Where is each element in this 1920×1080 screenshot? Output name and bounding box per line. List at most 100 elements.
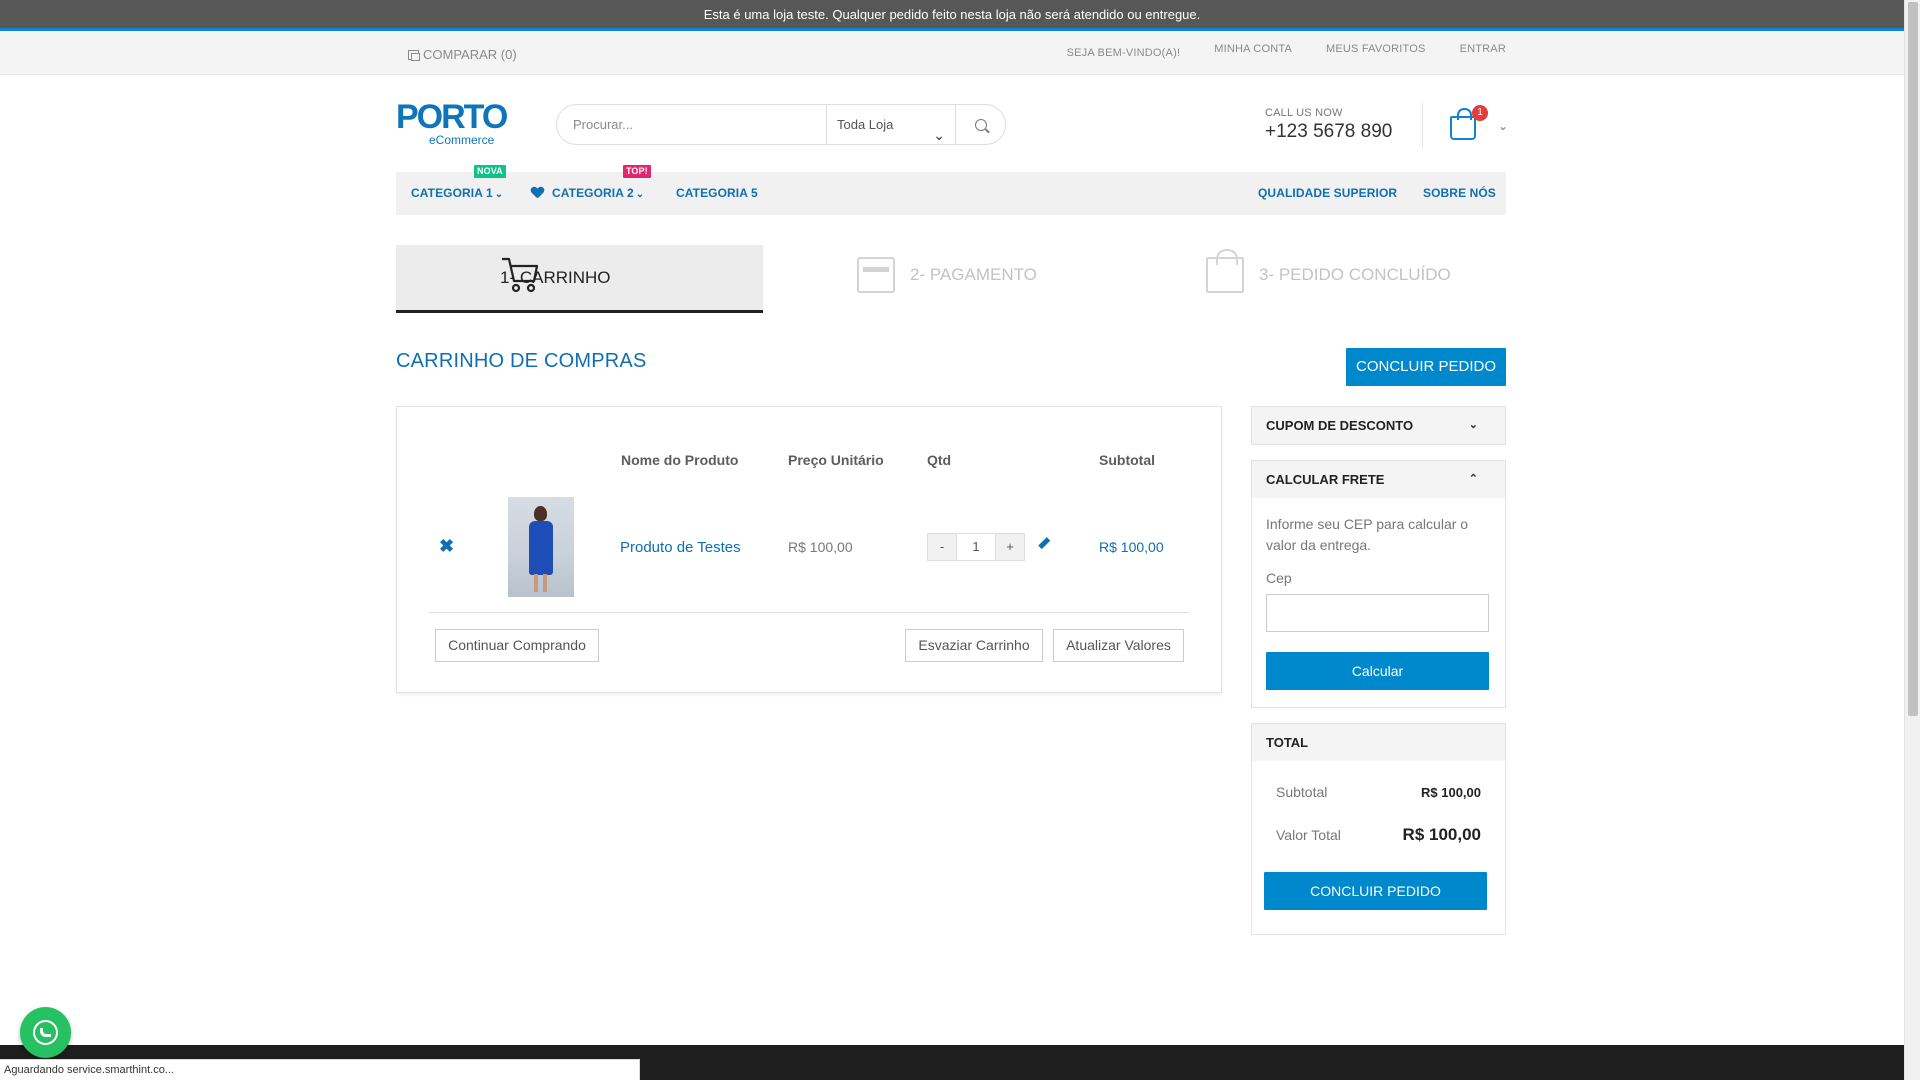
page-title: CARRINHO DE COMPRAS [396,350,647,372]
shopping-bag-icon [1450,108,1476,140]
col-header-name: Nome do Produto [621,452,739,468]
chevron-down-icon: ⌄ [1498,119,1509,133]
totals-box: TOTAL Subtotal R$ 100,00 Valor Total R$ … [1251,723,1506,935]
subtotal-value: R$ 100,00 [1421,784,1481,800]
product-image[interactable] [508,497,574,597]
cart-table: Nome do Produto Preço Unitário Qtd Subto… [396,406,1222,693]
checkout-button-bottom[interactable]: CONCLUIR PEDIDO [1264,872,1487,910]
continue-shopping-button[interactable]: Continuar Comprando [435,629,599,662]
cep-label: Cep [1266,570,1292,586]
compare-icon [408,49,420,61]
update-values-button[interactable]: Atualizar Valores [1053,629,1184,662]
qty-increase-button[interactable]: + [995,533,1025,561]
subtotal-row: Subtotal R$ 100,00 [1276,784,1481,800]
col-header-subtotal: Subtotal [1099,452,1155,468]
nav-item-categoria-1[interactable]: CATEGORIA 1 ⌄ NOVA [411,165,506,216]
edit-pencil-icon[interactable] [1035,536,1051,552]
totals-header: TOTAL [1252,724,1505,761]
package-icon [1206,249,1244,293]
logo-subtitle: eCommerce [429,133,495,147]
nav-item-sobre[interactable]: SOBRE NÓS [1423,172,1496,215]
call-us-label: CALL US NOW [1265,107,1343,119]
search-input[interactable]: Procurar... [557,105,827,144]
search-bar: Procurar... Toda Loja ⌄ [556,104,1006,145]
chevron-down-icon: ⌄ [494,189,504,200]
whatsapp-button[interactable] [20,1007,71,1058]
main-nav: CATEGORIA 1 ⌄ NOVA CATEGORIA 2 ⌄ TOP! CATE… [396,165,1506,216]
nav-label: CATEGORIA 2 [552,186,634,200]
qty-input[interactable]: 1 [957,533,995,561]
table-divider [429,612,1189,613]
coupon-header[interactable]: CUPOM DE DESCONTO ⌄ [1252,407,1505,444]
chevron-up-icon: ⌃ [1468,473,1478,485]
test-store-notice: Esta é uma loja teste. Qualquer pedido f… [0,0,1904,31]
col-header-price: Preço Unitário [788,452,884,468]
page: Esta é uma loja teste. Qualquer pedido f… [0,0,1920,1080]
nav-item-categoria-5[interactable]: CATEGORIA 5 [676,172,758,215]
step-completed: 3- PEDIDO CONCLUÍDO [1206,245,1451,305]
welcome-text: SEJA BEM-VINDO(A)! [1066,47,1181,59]
search-button[interactable] [956,105,1005,144]
calculate-shipping-button[interactable]: Calcular [1266,652,1489,690]
remove-item-icon[interactable]: ✖ [439,536,454,557]
unit-price: R$ 100,00 [788,539,853,555]
total-row: Valor Total R$ 100,00 [1276,825,1481,845]
coupon-accordion[interactable]: CUPOM DE DESCONTO ⌄ [1251,406,1506,445]
search-icon [974,118,987,131]
quantity-stepper: - 1 + [927,533,1025,561]
scrollbar-thumb[interactable] [1908,2,1918,716]
contact-info: CALL US NOW +123 5678 890 [1265,107,1392,143]
coupon-title: CUPOM DE DESCONTO [1266,418,1414,433]
my-account-link[interactable]: MINHA CONTA [1214,43,1292,55]
store-logo[interactable]: PORTO eCommerce [396,98,508,147]
cep-input[interactable] [1266,594,1489,632]
chevron-down-icon: ⌄ [933,127,945,143]
total-label: Valor Total [1276,827,1341,843]
cart-icon [502,257,539,293]
chevron-down-icon: ⌄ [1468,419,1478,431]
shipping-body: Informe seu CEP para calcular o valor da… [1252,498,1505,690]
search-scope-value: Toda Loja [837,117,894,132]
product-image-figure-dress [529,521,553,575]
logo-brand: PORTO [396,98,508,136]
nav-item-categoria-2[interactable]: CATEGORIA 2 ⌄ TOP! [531,165,651,216]
row-subtotal: R$ 100,00 [1099,539,1164,555]
product-name-link[interactable]: Produto de Testes [620,539,741,556]
cart-count-badge: 1 [1472,105,1488,121]
total-value: R$ 100,00 [1402,825,1481,844]
product-image-figure-head [534,506,547,521]
header-divider [1422,103,1423,147]
credit-card-icon [857,257,895,293]
top-bar: COMPARAR (0) SEJA BEM-VINDO(A)! MINHA CO… [0,31,1904,75]
favorites-link[interactable]: MEUS FAVORITOS [1326,43,1426,55]
step-label: 3- PEDIDO CONCLUÍDO [1259,265,1451,284]
account-links: SEJA BEM-VINDO(A)! MINHA CONTA MEUS FAVO… [1033,43,1506,59]
nav-label: CATEGORIA 1 [411,186,493,200]
qty-decrease-button[interactable]: - [927,533,957,561]
compare-label: COMPARAR (0) [423,47,517,62]
chevron-down-icon: ⌄ [635,189,645,200]
shipping-accordion: CALCULAR FRETE ⌃ Informe seu CEP para ca… [1251,460,1506,708]
checkout-button-top[interactable]: CONCLUIR PEDIDO [1346,348,1506,386]
new-badge: NOVA [474,165,506,178]
phone-number: +123 5678 890 [1265,121,1393,142]
search-scope-select[interactable]: Toda Loja ⌄ [827,105,956,144]
login-link[interactable]: ENTRAR [1460,43,1506,55]
step-label: 2- PAGAMENTO [910,265,1037,284]
phone-icon [40,1028,51,1037]
step-payment: 2- PAGAMENTO [857,245,1037,305]
shipping-header[interactable]: CALCULAR FRETE ⌃ [1252,461,1505,498]
shipping-title: CALCULAR FRETE [1266,472,1385,487]
subtotal-label: Subtotal [1276,784,1328,800]
shipping-instructions: Informe seu CEP para calcular o valor da… [1266,516,1469,553]
minicart-button[interactable]: 1 ⌄ [1450,105,1508,140]
product-image-figure-legs [534,574,538,592]
browser-status-bar: Aguardando service.smarthint.co... [0,1059,640,1080]
step-cart-active: 1- CARRINHO [396,245,763,313]
compare-link[interactable]: COMPARAR (0) [408,47,517,62]
empty-cart-button[interactable]: Esvaziar Carrinho [905,629,1043,662]
top-badge: TOP! [623,165,651,178]
col-header-qty: Qtd [927,452,952,468]
nav-item-qualidade[interactable]: QUALIDADE SUPERIOR [1258,172,1397,215]
vertical-scrollbar[interactable] [1904,0,1920,1080]
